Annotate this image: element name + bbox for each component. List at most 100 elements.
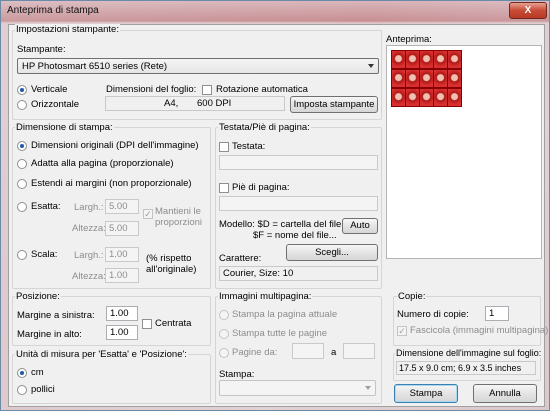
exact-width-label: Largh.: <box>74 202 104 213</box>
copies-group <box>393 296 541 346</box>
preview-thumbnail <box>419 69 434 88</box>
auto-rotate-label: Rotazione automatica <box>216 84 308 95</box>
print-page-range-radio[interactable] <box>219 348 229 358</box>
image-size-label: Dimensione dell'immagine sul foglio: <box>395 348 543 358</box>
dialog-client-area: Impostazioni stampante: Stampante: HP Ph… <box>8 24 549 407</box>
preview-thumbnail <box>405 88 420 107</box>
keep-ratio-label-2: proporzioni <box>155 217 202 228</box>
printer-select[interactable]: HP Photosmart 6510 series (Rete) <box>17 58 379 74</box>
preview-thumbnail <box>433 50 448 69</box>
model-label-1: Modello: $D = cartella del file <box>219 219 342 230</box>
center-checkbox[interactable] <box>142 319 152 329</box>
printer-label: Stampante: <box>17 44 66 55</box>
units-label: Unità di misura per 'Esatta' e 'Posizion… <box>15 349 188 360</box>
preview-thumbnail <box>419 50 434 69</box>
orientation-portrait-radio[interactable] <box>17 85 27 95</box>
print-select-label: Stampa: <box>219 369 255 380</box>
left-margin-input[interactable]: 1.00 <box>106 306 138 321</box>
page-from-input[interactable] <box>292 343 324 359</box>
orientation-landscape-radio[interactable] <box>17 100 27 110</box>
print-page-range-label: Pagine da: <box>232 347 278 358</box>
size-stretch-radio[interactable] <box>17 179 27 189</box>
orientation-landscape-label: Orizzontale <box>31 99 80 110</box>
keep-ratio-label-1: Mantieni le <box>155 206 201 217</box>
preview-thumbnail <box>447 88 462 107</box>
preview-thumbnail <box>447 69 462 88</box>
top-margin-input[interactable]: 1.00 <box>106 325 138 340</box>
font-value-field: Courier, Size: 10 <box>219 266 378 281</box>
preview-area <box>386 45 542 259</box>
collate-label: Fascicola (immagini multipagina) <box>410 325 549 336</box>
copies-count-label: Numero di copie: <box>397 309 469 320</box>
preview-label: Anteprima: <box>386 34 432 45</box>
dpi-value: 600 DPI <box>197 98 232 109</box>
paper-dimensions-label: Dimensioni del foglio: <box>106 84 197 95</box>
header-checkbox[interactable] <box>219 142 229 152</box>
scale-height-input[interactable]: 1.00 <box>105 268 139 283</box>
print-current-page-radio[interactable] <box>219 310 229 320</box>
title-bar[interactable]: Anteprima di stampa X <box>1 1 549 21</box>
size-scale-label: Scala: <box>31 249 58 260</box>
print-preview-window: Anteprima di stampa X Impostazioni stamp… <box>0 0 550 411</box>
page-to-label: a <box>331 347 337 358</box>
top-margin-label: Margine in alto: <box>17 329 82 340</box>
printer-settings-label: Impostazioni stampante: <box>15 24 120 35</box>
header-label: Testata: <box>232 141 266 152</box>
preview-thumbnail <box>419 88 434 107</box>
print-size-label: Dimensione di stampa: <box>15 122 114 133</box>
multipage-label: Immagini multipagina: <box>218 291 313 302</box>
model-label-2: $F = nome del file... <box>253 230 337 241</box>
position-label: Posizione: <box>15 291 61 302</box>
paper-size-field: A4, 600 DPI <box>105 96 285 111</box>
header-input[interactable] <box>219 155 378 170</box>
cancel-button[interactable]: Annulla <box>473 384 537 403</box>
print-pages-select[interactable] <box>219 380 376 396</box>
scale-note-1: (% rispetto <box>146 253 192 264</box>
choose-font-button[interactable]: Scegli... <box>286 244 378 261</box>
preview-thumbnail <box>433 69 448 88</box>
size-fit-radio[interactable] <box>17 159 27 169</box>
size-exact-radio[interactable] <box>17 202 27 212</box>
auto-rotate-checkbox[interactable] <box>202 85 212 95</box>
preview-thumbnail <box>391 50 406 69</box>
print-all-pages-label: Stampa tutte le pagine <box>232 328 328 339</box>
print-all-pages-radio[interactable] <box>219 329 229 339</box>
image-size-value: 17.5 x 9.0 cm; 6.9 x 3.5 inches <box>396 361 536 375</box>
preview-thumbnail <box>391 88 406 107</box>
size-original-label: Dimensioni originali (DPI dell'immagine) <box>31 140 199 151</box>
print-current-page-label: Stampa la pagina attuale <box>232 309 338 320</box>
exact-height-label: Altezza: <box>72 223 106 234</box>
size-original-radio[interactable] <box>17 141 27 151</box>
preview-thumbnail <box>391 69 406 88</box>
units-cm-radio[interactable] <box>17 368 27 378</box>
preview-thumbnail <box>405 69 420 88</box>
font-label: Carattere: <box>219 253 262 264</box>
units-inches-radio[interactable] <box>17 385 27 395</box>
printer-select-value: HP Photosmart 6510 series (Rete) <box>22 61 168 72</box>
chevron-down-icon <box>368 64 374 68</box>
window-title: Anteprima di stampa <box>7 5 99 16</box>
keep-ratio-checkbox[interactable]: ✓ <box>143 209 153 219</box>
header-footer-label: Testata/Piè di pagina: <box>218 122 311 133</box>
size-scale-radio[interactable] <box>17 250 27 260</box>
copies-label: Copie: <box>397 291 427 302</box>
preview-thumbnail <box>433 88 448 107</box>
printer-setup-button[interactable]: Imposta stampante <box>290 96 378 113</box>
print-button[interactable]: Stampa <box>394 384 458 403</box>
footer-checkbox[interactable] <box>219 183 229 193</box>
center-label: Centrata <box>155 318 192 329</box>
units-group <box>12 354 211 404</box>
scale-width-input[interactable]: 1.00 <box>105 247 139 262</box>
page-to-input[interactable] <box>343 343 375 359</box>
scale-height-label: Altezza: <box>72 271 106 282</box>
close-button[interactable]: X <box>509 2 547 19</box>
copies-count-input[interactable]: 1 <box>485 306 509 321</box>
footer-input[interactable] <box>219 196 378 211</box>
collate-checkbox[interactable]: ✓ <box>397 326 407 336</box>
chevron-down-icon <box>365 386 371 390</box>
scale-width-label: Largh.: <box>74 250 104 261</box>
auto-button[interactable]: Auto <box>342 218 378 234</box>
exact-width-input[interactable]: 5.00 <box>105 199 139 214</box>
size-stretch-label: Estendi ai margini (non proporzionale) <box>31 178 192 189</box>
exact-height-input[interactable]: 5.00 <box>105 221 139 236</box>
